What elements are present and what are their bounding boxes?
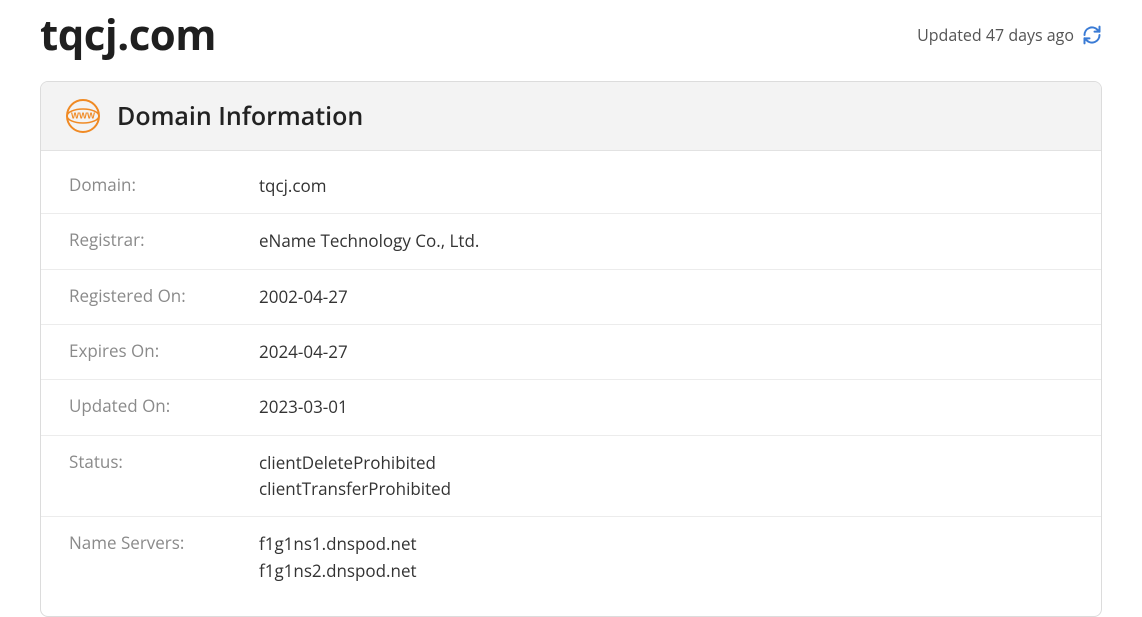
label-name-servers: Name Servers: (69, 531, 259, 584)
page-header: tqcj.com Updated 47 days ago (40, 0, 1102, 81)
row-registrar: Registrar: eName Technology Co., Ltd. (41, 214, 1101, 269)
row-name-servers: Name Servers: f1g1ns1.dnspod.net f1g1ns2… (41, 517, 1101, 598)
row-expires-on: Expires On: 2024-04-27 (41, 325, 1101, 380)
domain-title: tqcj.com (40, 6, 216, 63)
row-updated-on: Updated On: 2023-03-01 (41, 380, 1101, 435)
card-body: Domain: tqcj.com Registrar: eName Techno… (41, 151, 1101, 616)
card-title: Domain Information (117, 99, 363, 133)
label-status: Status: (69, 450, 259, 503)
updated-text: Updated 47 days ago (917, 24, 1074, 46)
domain-info-card: WWW Domain Information Domain: tqcj.com … (40, 81, 1102, 617)
value-name-servers: f1g1ns1.dnspod.net f1g1ns2.dnspod.net (259, 531, 417, 584)
label-expires-on: Expires On: (69, 339, 259, 365)
value-registered-on: 2002-04-27 (259, 284, 348, 310)
value-registrar: eName Technology Co., Ltd. (259, 228, 479, 254)
svg-text:WWW: WWW (71, 111, 96, 121)
label-registrar: Registrar: (69, 228, 259, 254)
card-header: WWW Domain Information (41, 82, 1101, 151)
label-domain: Domain: (69, 173, 259, 199)
updated-wrap: Updated 47 days ago (917, 24, 1102, 46)
www-icon: WWW (65, 98, 101, 134)
value-expires-on: 2024-04-27 (259, 339, 348, 365)
row-registered-on: Registered On: 2002-04-27 (41, 270, 1101, 325)
row-status: Status: clientDeleteProhibited clientTra… (41, 436, 1101, 518)
value-status: clientDeleteProhibited clientTransferPro… (259, 450, 451, 503)
label-registered-on: Registered On: (69, 284, 259, 310)
label-updated-on: Updated On: (69, 394, 259, 420)
row-domain: Domain: tqcj.com (41, 159, 1101, 214)
value-updated-on: 2023-03-01 (259, 394, 348, 420)
refresh-icon[interactable] (1082, 25, 1102, 45)
value-domain: tqcj.com (259, 173, 326, 199)
